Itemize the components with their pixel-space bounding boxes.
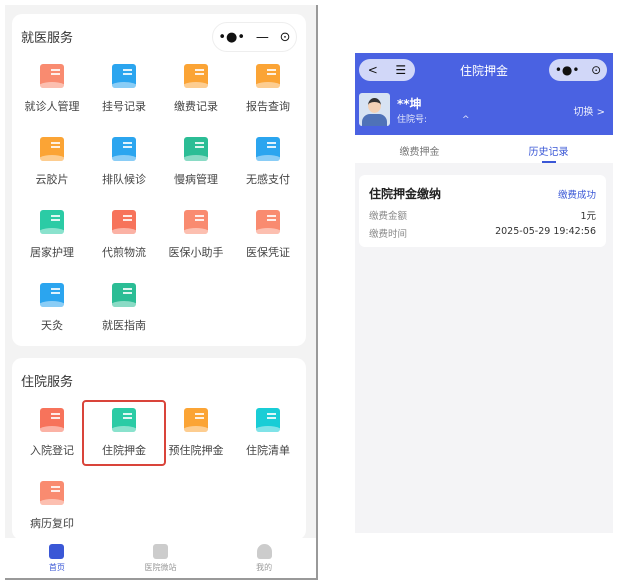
service-icon: [40, 137, 64, 161]
service-icon: [184, 210, 208, 234]
bottom-tab-bar: 首页 医院微站 我的: [5, 538, 316, 578]
service-label: 慢病管理: [174, 173, 218, 186]
time-value: 2025-05-29 19:42:56: [495, 226, 596, 237]
section-title: 就医服务: [21, 31, 74, 46]
service-item[interactable]: 天灸: [16, 283, 88, 356]
inpatient-services-card: 住院服务 入院登记 住院押金 预住院押金 住院清单病历复印: [12, 358, 306, 540]
home-icon: [49, 544, 65, 559]
service-icon: [40, 210, 64, 234]
service-label: 无感支付: [246, 173, 290, 186]
service-label: 居家护理: [30, 246, 74, 259]
inpatient-services-grid: 入院登记 住院押金 预住院押金 住院清单病历复印: [12, 400, 306, 554]
service-icon: [112, 210, 136, 234]
service-label: 医保凭证: [246, 246, 290, 259]
service-label: 就医指南: [102, 319, 146, 332]
service-icon: [256, 64, 280, 88]
medical-services-card: 就医服务 •●• — ⊙ 就诊人管理 挂号记录 缴费记录 报告查询云胶片 排队候诊 慢病管…: [12, 14, 306, 346]
mini-program-capsule: •●• — ⊙: [212, 22, 297, 52]
service-item[interactable]: 代煎物流: [88, 210, 160, 283]
medical-services-grid: 就诊人管理 挂号记录 缴费记录 报告查询云胶片 排队候诊 慢病管理 无感支付居家护理 代煎物流…: [12, 64, 306, 356]
close-icon[interactable]: ⊙: [280, 30, 291, 45]
service-item[interactable]: 住院清单: [232, 408, 304, 481]
service-label: 天灸: [41, 319, 63, 332]
service-label: 排队候诊: [102, 173, 146, 186]
service-item[interactable]: 无感支付: [232, 137, 304, 210]
tab-pay-deposit[interactable]: 缴费押金: [355, 135, 484, 163]
left-phone-screen: 就医服务 •●• — ⊙ 就诊人管理 挂号记录 缴费记录 报告查询云胶片 排队候诊 慢病管…: [5, 5, 318, 580]
service-icon: [184, 408, 208, 432]
service-item[interactable]: 入院登记: [16, 408, 88, 481]
service-icon: [112, 283, 136, 307]
service-icon: [40, 283, 64, 307]
service-item[interactable]: 慢病管理: [160, 137, 232, 210]
tab-home[interactable]: 首页: [5, 538, 109, 578]
tab-label: 我的: [256, 563, 273, 572]
service-label: 预住院押金: [168, 444, 224, 457]
service-label: 住院押金: [102, 444, 146, 457]
service-label: 入院登记: [30, 444, 74, 457]
document-icon: [153, 544, 168, 559]
service-icon: [112, 64, 136, 88]
service-label: 就诊人管理: [24, 100, 80, 113]
service-item[interactable]: 挂号记录: [88, 64, 160, 137]
right-phone-screen: < ☰ 住院押金 •●• ⊙ **坤 住院号: ^ 切换 > 缴费押金 历史记录 …: [355, 53, 613, 533]
service-item[interactable]: 云胶片: [16, 137, 88, 210]
service-item[interactable]: 就医指南: [88, 283, 160, 356]
user-icon: [256, 544, 272, 559]
service-label: 代煎物流: [102, 246, 146, 259]
service-item[interactable]: 医保小助手: [160, 210, 232, 283]
record-title: 住院押金缴纳: [369, 187, 442, 201]
service-item[interactable]: 住院押金: [82, 400, 166, 466]
service-label: 医保小助手: [168, 246, 224, 259]
more-icon[interactable]: •●•: [218, 30, 245, 45]
avatar: [359, 93, 390, 126]
patient-name: **坤: [397, 97, 422, 111]
service-icon: [256, 210, 280, 234]
service-item[interactable]: 缴费记录: [160, 64, 232, 137]
amount-value: 1元: [580, 211, 596, 222]
tab-mine[interactable]: 我的: [212, 538, 316, 578]
service-icon: [184, 64, 208, 88]
service-item[interactable]: 排队候诊: [88, 137, 160, 210]
time-label: 缴费时间: [369, 229, 408, 240]
minimize-icon[interactable]: —: [256, 30, 269, 45]
service-icon: [112, 408, 136, 432]
service-item[interactable]: 医保凭证: [232, 210, 304, 283]
deposit-record-card[interactable]: 住院押金缴纳 缴费成功 缴费金额 1元 缴费时间 2025-05-29 19:42:…: [359, 175, 606, 247]
admission-number: 住院号: ^: [397, 115, 470, 125]
tab-label: 医院微站: [144, 563, 177, 572]
service-icon: [256, 408, 280, 432]
status-badge: 缴费成功: [557, 189, 596, 201]
amount-label: 缴费金额: [369, 211, 408, 222]
service-label: 住院清单: [246, 444, 290, 457]
tab-label: 首页: [48, 563, 65, 572]
service-label: 报告查询: [246, 100, 290, 113]
tab-history[interactable]: 历史记录: [484, 135, 613, 163]
switch-patient-button[interactable]: 切换 >: [573, 103, 605, 118]
service-label: 缴费记录: [174, 100, 218, 113]
tab-hospital-site[interactable]: 医院微站: [109, 538, 213, 578]
service-label: 病历复印: [30, 517, 74, 530]
more-icon[interactable]: •●•: [555, 63, 580, 77]
section-title: 住院服务: [21, 375, 74, 390]
tabs: 缴费押金 历史记录: [355, 135, 613, 163]
close-icon[interactable]: ⊙: [591, 63, 601, 77]
service-item[interactable]: 预住院押金: [160, 408, 232, 481]
mini-program-capsule: •●• ⊙: [549, 59, 607, 81]
service-icon: [184, 137, 208, 161]
header: < ☰ 住院押金 •●• ⊙ **坤 住院号: ^ 切换 >: [355, 53, 613, 135]
service-item[interactable]: 就诊人管理: [16, 64, 88, 137]
service-icon: [40, 481, 64, 505]
service-item[interactable]: 居家护理: [16, 210, 88, 283]
service-icon: [40, 408, 64, 432]
service-label: 挂号记录: [102, 100, 146, 113]
service-label: 云胶片: [35, 173, 69, 186]
service-item[interactable]: 报告查询: [232, 64, 304, 137]
service-icon: [256, 137, 280, 161]
service-icon: [112, 137, 136, 161]
service-icon: [40, 64, 64, 88]
